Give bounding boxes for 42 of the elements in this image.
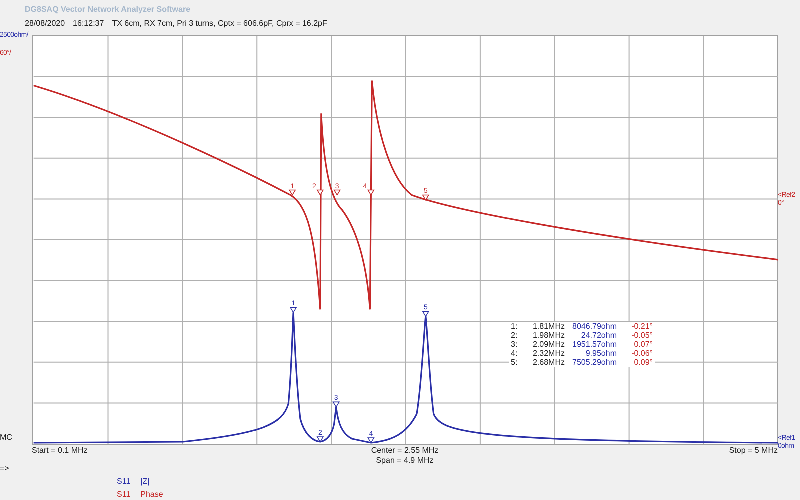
- legend-trace-name: Phase: [140, 490, 164, 500]
- marker-frequency: 2.09MHz: [532, 340, 565, 349]
- stop-frequency: Stop = 5 MHz: [728, 446, 778, 457]
- marker-impedance: 24.72ohm: [580, 331, 617, 340]
- marker-triangle-icon: [316, 190, 324, 196]
- time-text: 16:12:37: [73, 19, 104, 29]
- measurement-note: TX 6cm, RX 7cm, Pri 3 turns, Cptx = 606.6pF, Cprx = 16.2pF: [112, 19, 328, 29]
- marker-index: 2:: [511, 331, 519, 340]
- marker-phase: 0.07°: [633, 340, 653, 349]
- marker-index: 3:: [511, 340, 519, 349]
- marker-phase: -0.05°: [630, 331, 653, 340]
- marker-triangle-icon: [288, 190, 296, 196]
- app-title: DG8SAQ Vector Network Analyzer Software: [25, 5, 191, 15]
- marker-phase: -0.06°: [630, 349, 653, 358]
- marker-frequency: 2.32MHz: [532, 349, 565, 358]
- marker-index: 4:: [511, 349, 519, 358]
- marker-impedance: 1951.57ohm: [572, 340, 617, 349]
- date-text: 28/08/2020: [25, 19, 66, 29]
- marker-impedance: 9.95ohm: [584, 349, 617, 358]
- marker-phase: 0.09°: [633, 358, 653, 367]
- marker-triangle-icon: [422, 194, 430, 201]
- marker-triangle-icon: [334, 190, 342, 196]
- marker-index: 5:: [511, 358, 519, 367]
- marker-index: 1:: [511, 322, 519, 331]
- marker-impedance: 7505.29ohm: [572, 358, 617, 367]
- marker-phase: -0.21°: [630, 322, 653, 331]
- start-frequency: Start = 0.1 MHz: [32, 446, 89, 457]
- legend-trace-name: |Z|: [140, 477, 150, 487]
- legend-parameter: S11: [117, 477, 131, 487]
- marker-frequency: 1.81MHz: [532, 322, 565, 331]
- center-frequency: Center = 2.55 MHz: [371, 446, 439, 456]
- span-frequency: Span = 4.9 MHz: [376, 456, 434, 466]
- marker-triangle-icon: [422, 311, 430, 318]
- marker-frequency: 1.98MHz: [532, 331, 565, 340]
- marker-triangle-icon: [332, 402, 340, 408]
- marker-triangle-icon: [290, 307, 298, 314]
- marker-impedance: 8046.79ohm: [572, 322, 617, 331]
- mc-label: MC: [0, 433, 12, 443]
- arrow-symbol: =>: [0, 464, 10, 474]
- marker-frequency: 2.68MHz: [532, 358, 565, 367]
- legend-parameter: S11: [117, 490, 131, 500]
- marker-triangle-icon: [367, 190, 375, 196]
